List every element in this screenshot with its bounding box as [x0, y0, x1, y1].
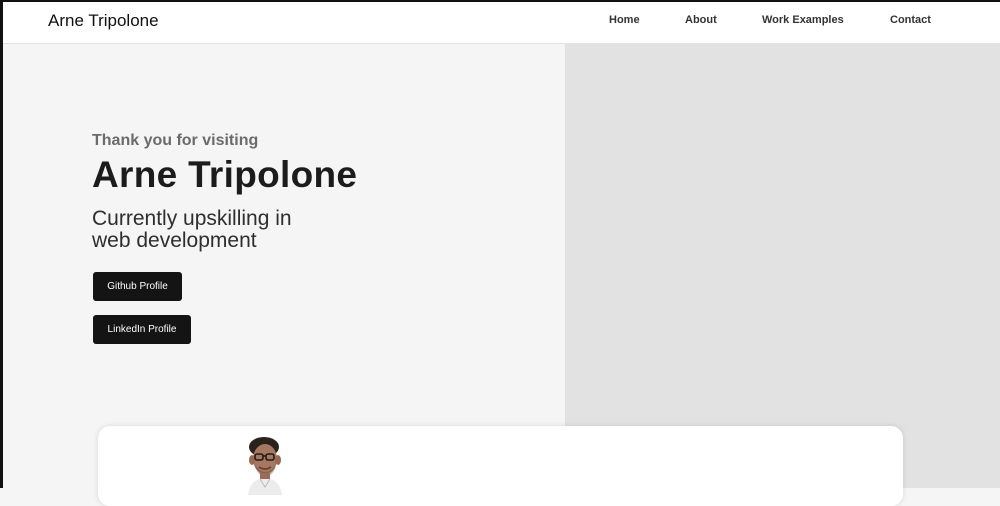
hero-name: Arne Tripolone: [92, 154, 358, 195]
hero-text-panel: [3, 44, 565, 488]
hero-image-panel: [565, 44, 1000, 488]
github-profile-button[interactable]: Github Profile: [93, 272, 182, 301]
profile-photo: [248, 437, 282, 495]
nav-link-home[interactable]: Home: [609, 14, 640, 26]
hero-greeting: Thank you for visiting: [92, 132, 259, 149]
nav-link-contact[interactable]: Contact: [890, 14, 931, 26]
linkedin-profile-button[interactable]: LinkedIn Profile: [93, 315, 191, 344]
nav-link-about[interactable]: About: [685, 14, 717, 26]
nav-link-work-examples[interactable]: Work Examples: [762, 14, 844, 26]
about-card: [98, 426, 903, 506]
site-brand[interactable]: Arne Tripolone: [48, 11, 159, 31]
navbar: Arne Tripolone Home About Work Examples …: [3, 2, 1000, 44]
hero-tagline: Currently upskilling in web development: [92, 207, 292, 252]
